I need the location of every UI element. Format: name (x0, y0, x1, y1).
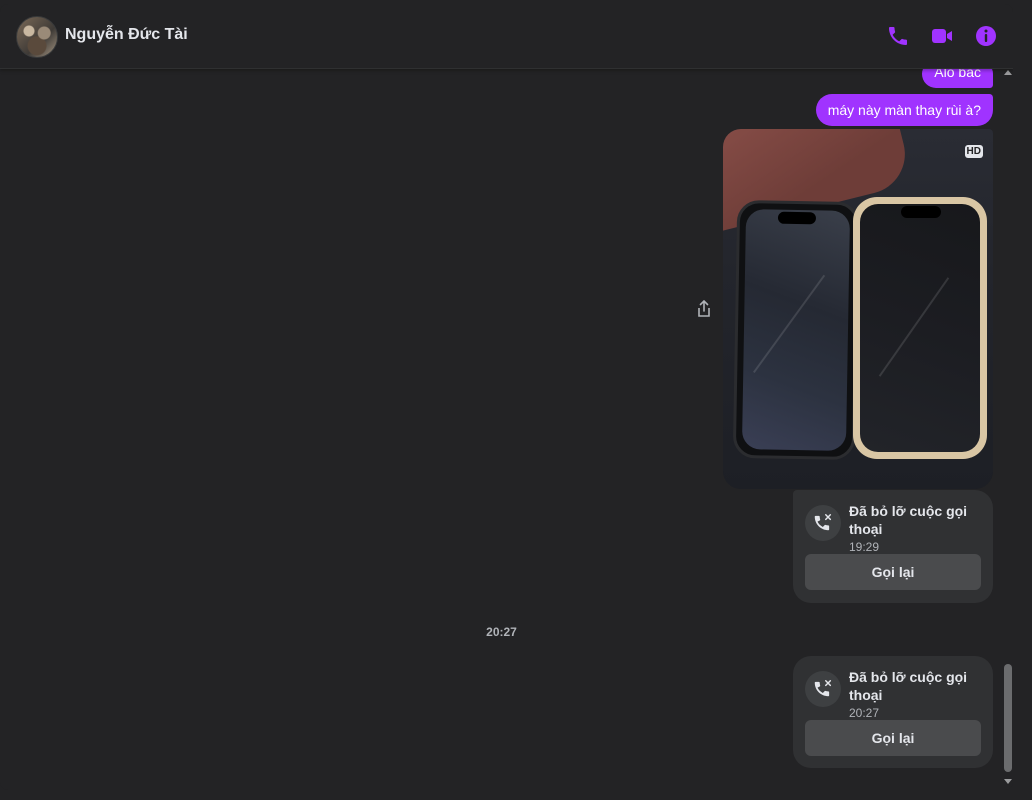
contact-name[interactable]: Nguyễn Đức Tài (65, 26, 188, 44)
chat-window: Nguyễn Đức Tài Alo bác máy này màn thay … (0, 4, 1013, 790)
info-icon[interactable] (974, 24, 998, 48)
scroll-down-arrow-icon[interactable] (1004, 779, 1012, 784)
phone-image-left (732, 199, 860, 461)
photo-attachment[interactable]: HD (723, 129, 993, 489)
phone-image-right (853, 197, 987, 459)
missed-call-time: 20:27 (849, 706, 880, 720)
missed-call-title: Đã bỏ lỡ cuộc gọi thoại (849, 669, 968, 703)
call-back-button[interactable]: Gọi lại (805, 720, 981, 756)
missed-call-icon (805, 505, 841, 541)
missed-call-icon (805, 671, 841, 707)
phone-call-icon[interactable] (886, 24, 910, 48)
missed-call-time: 19:29 (849, 540, 880, 554)
chat-header: Nguyễn Đức Tài (0, 4, 1013, 69)
contact-avatar[interactable] (16, 16, 58, 58)
video-call-icon[interactable] (930, 24, 954, 48)
call-back-button[interactable]: Gọi lại (805, 554, 981, 590)
hd-badge: HD (964, 145, 983, 158)
missed-call-card: Đã bỏ lỡ cuộc gọi thoại 19:29 Gọi lại (793, 490, 993, 603)
scrollbar[interactable] (1003, 68, 1013, 790)
scrollbar-thumb[interactable] (1004, 664, 1012, 772)
message-bubble[interactable]: máy này màn thay rùi à? (815, 94, 993, 126)
time-divider: 20:27 (486, 625, 517, 639)
missed-call-title: Đã bỏ lỡ cuộc gọi thoại (849, 503, 968, 537)
share-icon[interactable] (696, 300, 712, 318)
scroll-up-arrow-icon[interactable] (1004, 70, 1012, 75)
missed-call-card: Đã bỏ lỡ cuộc gọi thoại 20:27 Gọi lại (793, 656, 993, 768)
